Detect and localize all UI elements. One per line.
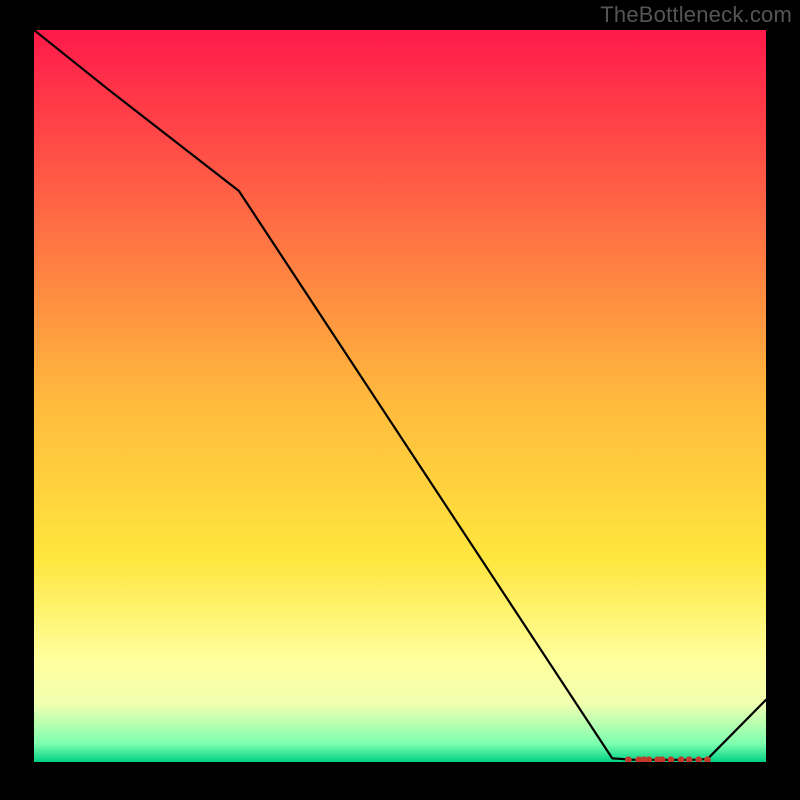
plot-svg — [34, 30, 766, 762]
watermark-text: TheBottleneck.com — [600, 2, 792, 28]
chart-frame: TheBottleneck.com — [0, 0, 800, 800]
gradient-background — [34, 30, 766, 762]
plot-area — [34, 30, 766, 762]
